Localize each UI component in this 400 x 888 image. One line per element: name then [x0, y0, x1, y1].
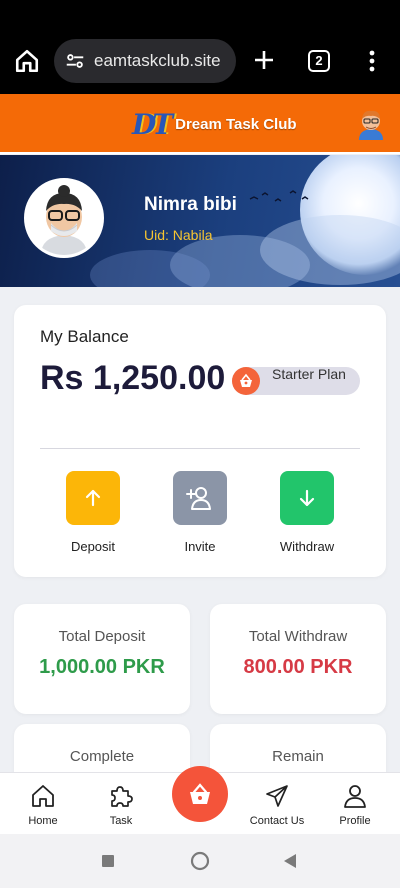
divider: [40, 448, 360, 449]
browser-home-icon[interactable]: [14, 48, 40, 74]
puzzle-icon: [111, 786, 133, 807]
invite-button[interactable]: Invite: [160, 471, 240, 554]
nav-contact[interactable]: Contact Us: [242, 783, 312, 827]
url-text[interactable]: eamtaskclub.site: [94, 51, 221, 71]
more-menu-icon[interactable]: [366, 50, 378, 72]
arrow-up-icon: [66, 471, 120, 525]
deposit-label: Deposit: [70, 539, 116, 554]
header-avatar-icon[interactable]: [356, 108, 386, 140]
address-bar[interactable]: eamtaskclub.site: [54, 39, 236, 83]
recents-icon[interactable]: [101, 854, 115, 868]
home-icon: [32, 785, 54, 807]
balance-card: My Balance Rs 1,250.00 Starter Plan Depo…: [14, 305, 386, 577]
total-deposit-value: 1,000.00 PKR: [39, 656, 165, 678]
total-withdraw-card: Total Withdraw 800.00 PKR: [210, 604, 386, 714]
invite-label: Invite: [184, 539, 216, 554]
back-icon[interactable]: [283, 853, 297, 869]
memoji-avatar-icon: [27, 181, 101, 255]
nav-plans-button[interactable]: [172, 766, 228, 822]
nav-profile-label: Profile: [339, 815, 371, 827]
total-withdraw-label: Total Withdraw: [248, 628, 348, 645]
balance-title: My Balance: [40, 327, 129, 346]
nav-home-label: Home: [28, 815, 58, 827]
tab-switcher-button[interactable]: 2: [308, 50, 330, 72]
balance-amount: Rs 1,250.00: [40, 359, 226, 397]
arrow-down-icon: [280, 471, 334, 525]
logo-mark: DT: [132, 107, 173, 141]
total-withdraw-value: 800.00 PKR: [243, 656, 353, 678]
basket-icon: [190, 783, 210, 804]
total-deposit-label: Total Deposit: [58, 628, 146, 645]
tab-count: 2: [315, 53, 323, 68]
nav-task-label: Task: [109, 815, 133, 827]
plan-label: Starter Plan: [272, 366, 346, 382]
nav-profile[interactable]: Profile: [320, 783, 390, 827]
app-header: DT Dream Task Club: [0, 94, 400, 154]
browser-toolbar: eamtaskclub.site 2: [0, 0, 400, 94]
add-user-icon: [173, 471, 227, 525]
withdraw-label: Withdraw: [279, 539, 335, 554]
plan-basket-icon: [232, 367, 260, 395]
total-deposit-card: Total Deposit 1,000.00 PKR: [14, 604, 190, 714]
new-tab-icon[interactable]: [252, 48, 276, 72]
user-name: Nimra bibi: [144, 194, 237, 215]
user-uid: Uid: Nabila: [144, 227, 213, 243]
send-icon: [266, 785, 288, 807]
system-home-icon[interactable]: [190, 851, 210, 871]
plan-badge[interactable]: Starter Plan: [232, 367, 360, 395]
profile-avatar[interactable]: [24, 178, 104, 258]
withdraw-button[interactable]: Withdraw: [267, 471, 347, 554]
logo-text: Dream Task Club: [175, 115, 297, 133]
site-settings-icon[interactable]: [64, 50, 86, 72]
user-icon: [344, 785, 366, 808]
system-navigation-bar: [0, 834, 400, 888]
remain-label: Remain: [272, 748, 324, 765]
nav-contact-label: Contact Us: [249, 815, 305, 827]
app-logo[interactable]: DT Dream Task Club: [132, 106, 297, 142]
complete-label: Complete: [69, 748, 135, 765]
deposit-button[interactable]: Deposit: [53, 471, 133, 554]
nav-home[interactable]: Home: [8, 783, 78, 827]
nav-task[interactable]: Task: [86, 783, 156, 827]
